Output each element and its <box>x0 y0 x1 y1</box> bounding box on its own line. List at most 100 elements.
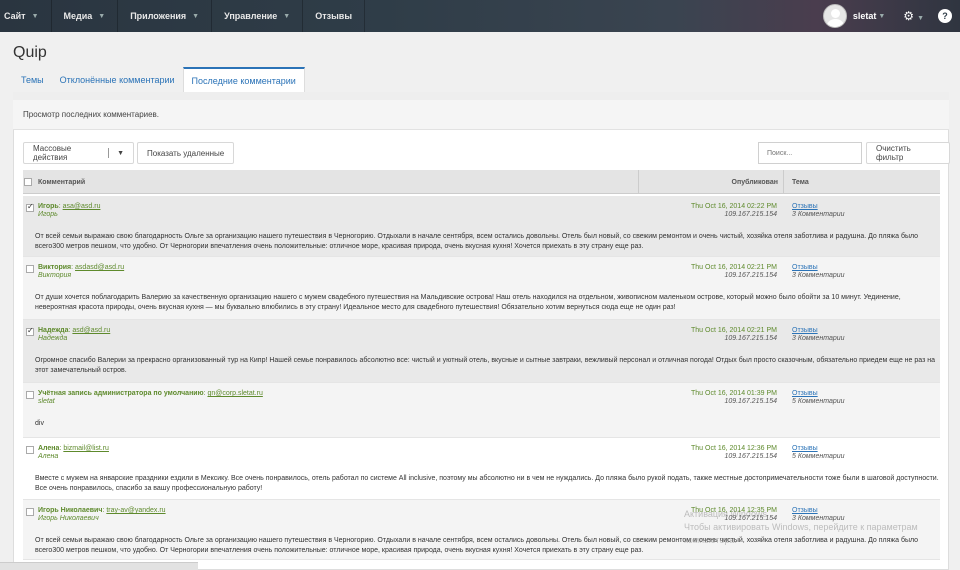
author-name: Алена <box>38 445 60 452</box>
published-date: Thu Oct 16, 2014 02:21 PM <box>691 264 777 271</box>
horizontal-scrollbar[interactable] <box>0 562 198 570</box>
tab[interactable]: Темы <box>13 67 52 93</box>
row-checkbox[interactable] <box>26 446 34 454</box>
watermark-line: Чтобы активировать Windows, перейдите к … <box>684 522 918 532</box>
user-menu[interactable]: sletat ▼ ⚙ ▼ ? <box>822 0 960 32</box>
comment-body: Вместе с мужем на январские праздники ез… <box>35 475 939 492</box>
tab[interactable]: Отклонённые комментарии <box>52 67 183 93</box>
comment-author: Игорь Николаевич: tray-av@yandex.ru <box>38 507 166 514</box>
topic-link[interactable]: Отзывы <box>792 203 818 210</box>
topic-link[interactable]: Отзывы <box>792 327 818 334</box>
table-row[interactable]: Учётная запись администратора по умолчан… <box>23 383 940 438</box>
comment-count: 5 Комментарии <box>792 398 845 405</box>
main-menu: Сайт ▼ Медиа ▼ Приложения ▼ Управление ▼ Отзывы <box>0 0 960 32</box>
ip-address: 109.167.215.154 <box>724 211 777 218</box>
author-email-link[interactable]: asa@asd.ru <box>63 203 101 210</box>
table-row[interactable]: Виктория: asdasd@asd.ru Виктория Thu Oct 1… <box>23 257 940 320</box>
comment-author: Игорь: asa@asd.ru <box>38 203 100 210</box>
column-header-comment[interactable]: Комментарий <box>38 170 85 194</box>
gear-icon[interactable]: ⚙ ▼ <box>893 9 934 23</box>
row-checkbox[interactable] <box>26 391 34 399</box>
bulk-actions-label: Массовые действия <box>33 144 72 162</box>
nav-item-label: Приложения <box>130 11 187 21</box>
windows-watermark: Активация Windows Чтобы активировать Win… <box>684 508 918 547</box>
row-checkbox[interactable] <box>26 265 34 273</box>
ip-address: 109.167.215.154 <box>724 272 777 279</box>
username[interactable]: sletat <box>853 11 877 21</box>
select-all-checkbox-cell <box>24 170 32 194</box>
nav-item[interactable]: Управление ▼ <box>212 0 304 32</box>
avatar[interactable] <box>822 4 847 28</box>
nav-item[interactable]: Отзывы <box>303 0 366 32</box>
comment-author: Учётная запись администратора по умолчан… <box>38 390 263 397</box>
table-row[interactable]: Игорь: asa@asd.ruИгорь Thu Oct 16, 2014 0… <box>23 196 940 257</box>
divider <box>108 148 110 158</box>
nav-item-label: Медиа <box>63 11 93 21</box>
user-chevron-down-icon[interactable]: ▼ <box>878 13 885 20</box>
nav-item[interactable]: Сайт ▼ <box>0 0 52 32</box>
author-name: Виктория <box>38 264 72 271</box>
comment-body: div <box>35 420 44 427</box>
comment-body: Огромное спасибо Валерии за прекрасно ор… <box>35 357 935 374</box>
column-header-published[interactable]: Опубликован <box>723 170 778 194</box>
page-description: Просмотр последних комментариев. <box>23 110 160 119</box>
chevron-down-icon: ▼ <box>31 12 39 20</box>
clear-filter-button[interactable]: Очистить фильтр <box>866 142 950 164</box>
grid-header: Комментарий Опубликован Тема <box>23 170 940 194</box>
help-icon[interactable]: ? <box>938 9 952 23</box>
author-name: Надежда <box>38 327 69 334</box>
comment-author: Виктория: asdasd@asd.ru <box>38 264 124 271</box>
nav-item-label: Отзывы <box>315 11 353 21</box>
comment-author: Алена: bizmail@list.ru <box>38 445 109 452</box>
row-checkbox[interactable] <box>26 326 34 336</box>
comment-body: От души хочется поблагодарить Валерию за… <box>35 294 901 311</box>
author-name: Игорь Николаевич <box>38 507 103 514</box>
published-date: Thu Oct 16, 2014 02:22 PM <box>691 203 777 210</box>
chevron-down-icon: ▼ <box>283 12 291 20</box>
bulk-actions-button[interactable]: Массовые действия ▼ <box>23 142 134 164</box>
nav-item-label: Сайт <box>4 11 26 21</box>
column-divider <box>638 170 639 194</box>
author-alias: Виктория <box>38 272 72 279</box>
row-checkbox[interactable] <box>26 202 34 212</box>
select-all-checkbox[interactable] <box>24 178 32 186</box>
watermark-line: компьютера. <box>684 535 737 545</box>
author-email-link[interactable]: tray-av@yandex.ru <box>106 507 165 514</box>
author-alias: sletat <box>38 398 55 405</box>
ip-address: 109.167.215.154 <box>724 453 777 460</box>
table-row[interactable]: Алена: bizmail@list.ru Алена Thu Oct 16, 2… <box>23 438 940 500</box>
search-input[interactable] <box>758 142 862 164</box>
comment-author: Надежда: asd@asd.ru <box>38 327 110 334</box>
topic-link[interactable]: Отзывы <box>792 445 818 452</box>
comment-count: 5 Комментарии <box>792 453 845 460</box>
author-alias: Игорь <box>38 211 58 218</box>
show-deleted-button[interactable]: Показать удаленные <box>137 142 235 164</box>
comment-body: От всей семьи выражаю свою благодарность… <box>35 233 919 250</box>
author-alias: Алена <box>38 453 59 460</box>
comment-count: 3 Комментарии <box>792 211 845 218</box>
author-email-link[interactable]: gn@corp.sletat.ru <box>207 390 262 397</box>
watermark-line: Активация Windows <box>684 509 767 519</box>
topic-link[interactable]: Отзывы <box>792 390 818 397</box>
author-alias: Игорь Николаевич <box>38 515 99 522</box>
row-checkbox[interactable] <box>26 508 34 516</box>
ip-address: 109.167.215.154 <box>724 335 777 342</box>
tab[interactable]: Последние комментарии <box>182 67 305 93</box>
comment-count: 3 Комментарии <box>792 272 845 279</box>
author-email-link[interactable]: bizmail@list.ru <box>63 445 109 452</box>
topic-link[interactable]: Отзывы <box>792 264 818 271</box>
column-header-topic[interactable]: Тема <box>792 170 809 194</box>
published-date: Thu Oct 16, 2014 12:36 PM <box>691 445 777 452</box>
tab-bar: Темы Отклонённые комментарии Последние ком… <box>13 67 305 93</box>
table-row[interactable]: Надежда: asd@asd.ruНадежда Thu Oct 16, 20… <box>23 320 940 383</box>
author-alias: Надежда <box>38 335 68 342</box>
top-navbar: Сайт ▼ Медиа ▼ Приложения ▼ Управление ▼ Отзывы … <box>0 0 960 32</box>
chevron-down-icon: ▼ <box>192 12 200 20</box>
author-name: Учётная запись администратора по умолчан… <box>38 390 204 397</box>
chevron-down-icon: ▼ <box>117 149 124 157</box>
author-email-link[interactable]: asdasd@asd.ru <box>75 264 124 271</box>
nav-item[interactable]: Медиа ▼ <box>52 0 119 32</box>
nav-item[interactable]: Приложения ▼ <box>118 0 213 32</box>
author-email-link[interactable]: asd@asd.ru <box>72 327 110 334</box>
nav-item-label: Управление <box>224 11 278 21</box>
